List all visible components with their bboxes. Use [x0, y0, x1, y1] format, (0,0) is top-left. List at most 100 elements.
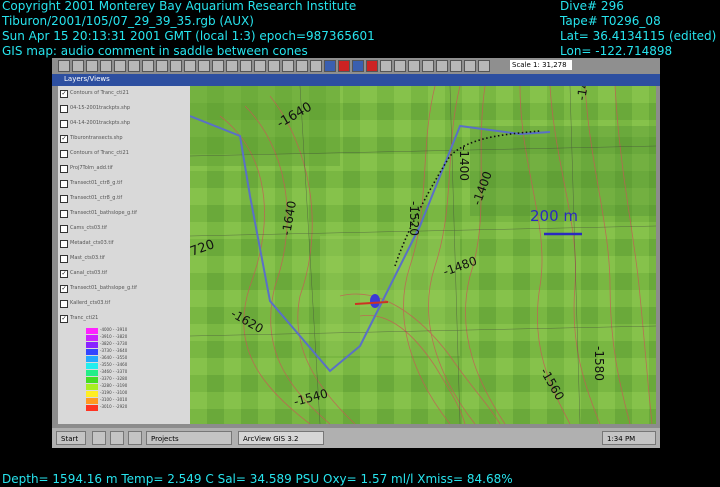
start-button[interactable]: Start: [56, 431, 86, 445]
toolbar-button[interactable]: [352, 60, 364, 72]
layer-item[interactable]: ✓ Canal_cts03.tif: [58, 268, 188, 278]
legend-label: -3280 - -3190: [100, 383, 128, 388]
legend-swatch: [86, 377, 98, 383]
legend-label: -3100 - -3010: [100, 397, 128, 402]
toolbar-button[interactable]: [436, 60, 448, 72]
legend-swatch: [86, 342, 98, 348]
layer-checkbox[interactable]: [60, 105, 68, 113]
toolbar-button[interactable]: [324, 60, 336, 72]
toolbar-button[interactable]: [58, 60, 70, 72]
toolbar-button[interactable]: [338, 60, 350, 72]
toolbar-button[interactable]: [226, 60, 238, 72]
overlay-comment: GIS map: audio comment in saddle between…: [2, 44, 308, 58]
layer-item[interactable]: Metadat_cts03.tif: [58, 238, 188, 248]
layer-checkbox[interactable]: ✓: [60, 285, 68, 293]
toolbar-button[interactable]: [450, 60, 462, 72]
taskbar-projects[interactable]: Projects: [146, 431, 232, 445]
contour-label: -1400: [457, 146, 471, 181]
layer-checkbox[interactable]: [60, 180, 68, 188]
toolbar-button[interactable]: [114, 60, 126, 72]
layer-checkbox[interactable]: [60, 210, 68, 218]
toolbar-button[interactable]: [72, 60, 84, 72]
layer-item[interactable]: Transect01_bathslope_g.tif: [58, 208, 188, 218]
layer-item[interactable]: Kallerd_cts03.tif: [58, 298, 188, 308]
layer-item[interactable]: ✓ Tiburontransects.shp: [58, 133, 188, 143]
toolbar-button[interactable]: [240, 60, 252, 72]
toolbar-button[interactable]: [198, 60, 210, 72]
toolbar-button[interactable]: [282, 60, 294, 72]
toolbar-button[interactable]: [296, 60, 308, 72]
toolbar-button[interactable]: [478, 60, 490, 72]
toolbar-button[interactable]: [170, 60, 182, 72]
scale-field[interactable]: Scale 1: 31,278: [510, 60, 572, 70]
layer-checkbox[interactable]: [60, 195, 68, 203]
toolbar-button[interactable]: [156, 60, 168, 72]
layer-checkbox[interactable]: [60, 255, 68, 263]
layer-checkbox[interactable]: [60, 240, 68, 248]
layer-checkbox[interactable]: ✓: [60, 135, 68, 143]
toolbar-button[interactable]: [254, 60, 266, 72]
toc-title: Layers/Views: [64, 75, 110, 83]
toolbar-button[interactable]: [422, 60, 434, 72]
layer-label: Transect01_ctr8_g.tif: [70, 180, 123, 186]
taskbar-arcview[interactable]: ArcView GIS 3.2: [238, 431, 324, 445]
quicklaunch-icon[interactable]: [110, 431, 124, 445]
layer-item[interactable]: ✓ Transect01_bathslope_g.tif: [58, 283, 188, 293]
legend-swatch: [86, 405, 98, 411]
taskbar-clock: 1:34 PM: [602, 431, 656, 445]
toolbar-button[interactable]: [380, 60, 392, 72]
layer-label: Tranc_cti21: [70, 315, 99, 321]
layer-item[interactable]: 04-15-2001trackpts.shp: [58, 103, 188, 113]
layer-checkbox[interactable]: ✓: [60, 90, 68, 98]
toolbar-button[interactable]: [100, 60, 112, 72]
layer-item[interactable]: 04-14-2001trackpts.shp: [58, 118, 188, 128]
layer-checkbox[interactable]: ✓: [60, 315, 68, 323]
legend-label: -3370 - -3280: [100, 376, 128, 381]
layer-checkbox[interactable]: [60, 120, 68, 128]
layer-item[interactable]: ✓ Contours of Tranc_cti21: [58, 88, 188, 98]
toolbar-button[interactable]: [366, 60, 378, 72]
bathymetry-map[interactable]: -1640 -1400 -1520 -144 -1640 -1400 -1480…: [190, 86, 656, 424]
overlay-filename: Tiburon/2001/105/07_29_39_35.rgb (AUX): [2, 14, 254, 28]
layer-checkbox[interactable]: [60, 300, 68, 308]
layer-label: Mast_cts03.tif: [70, 255, 105, 261]
layer-label: Kallerd_cts03.tif: [70, 300, 111, 306]
quicklaunch-icon[interactable]: [92, 431, 106, 445]
layer-label: 04-14-2001trackpts.shp: [70, 120, 131, 126]
contour-label: -1520: [407, 201, 421, 236]
layer-item[interactable]: Transect01_ctr8_g.tif: [58, 193, 188, 203]
layer-item[interactable]: Transect01_ctr8_g.tif: [58, 178, 188, 188]
toolbar-button[interactable]: [86, 60, 98, 72]
taskbar: Start Projects ArcView GIS 3.2 1:34 PM: [52, 428, 660, 448]
toolbar-button[interactable]: [184, 60, 196, 72]
legend-swatch: [86, 370, 98, 376]
layer-checkbox[interactable]: [60, 150, 68, 158]
overlay-dive: Dive# 296: [560, 0, 624, 13]
layer-item[interactable]: Cams_cts03.tif: [58, 223, 188, 233]
toolbar-button[interactable]: [394, 60, 406, 72]
toolbar-button[interactable]: [464, 60, 476, 72]
toolbar-button[interactable]: [142, 60, 154, 72]
layer-item[interactable]: Proj7Tolm_add.tif: [58, 163, 188, 173]
toolbar-button[interactable]: [268, 60, 280, 72]
quicklaunch-icon[interactable]: [128, 431, 142, 445]
layer-checkbox[interactable]: [60, 225, 68, 233]
toolbar-button[interactable]: [212, 60, 224, 72]
layer-item[interactable]: Mast_cts03.tif: [58, 253, 188, 263]
toolbar-button[interactable]: [128, 60, 140, 72]
toolbar-button[interactable]: [310, 60, 322, 72]
legend-label: -3910 - -3820: [100, 334, 128, 339]
layer-item[interactable]: ✓ Tranc_cti21: [58, 313, 188, 323]
legend-swatch: [86, 391, 98, 397]
toolbar-button[interactable]: [408, 60, 420, 72]
layer-checkbox[interactable]: [60, 165, 68, 173]
legend-label: -3640 - -3550: [100, 355, 128, 360]
layer-label: Transect01_bathslope_g.tif: [70, 210, 137, 216]
scale-bar-label: 200 m: [530, 207, 578, 225]
map-view[interactable]: -1640 -1400 -1520 -144 -1640 -1400 -1480…: [190, 86, 656, 424]
layer-item[interactable]: Contours of Tranc_cti21: [58, 148, 188, 158]
legend-swatch: [86, 384, 98, 390]
vehicle-marker: [370, 294, 380, 308]
table-of-contents: ✓ Contours of Tranc_cti21 04-15-2001trackp…: [58, 86, 190, 424]
layer-checkbox[interactable]: ✓: [60, 270, 68, 278]
